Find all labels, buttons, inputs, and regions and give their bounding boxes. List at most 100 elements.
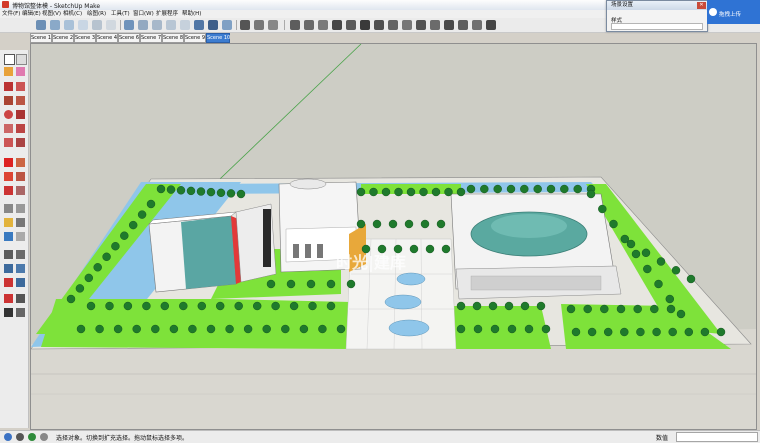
pan-tool-icon[interactable] bbox=[16, 250, 25, 259]
protractor-tool-icon[interactable] bbox=[4, 218, 13, 227]
fog-icon[interactable] bbox=[360, 20, 370, 30]
move-icon[interactable] bbox=[4, 158, 13, 167]
help-icon[interactable] bbox=[40, 433, 48, 441]
iso-view-icon[interactable] bbox=[124, 20, 134, 30]
section-display-icon[interactable] bbox=[304, 20, 314, 30]
section-plane-tool-icon[interactable] bbox=[16, 308, 25, 317]
tree bbox=[506, 184, 516, 194]
push-pull-icon[interactable] bbox=[16, 158, 25, 167]
scene-tab-10[interactable]: Scene 10 bbox=[206, 33, 230, 43]
menu-window[interactable]: 窗口(W) bbox=[133, 10, 154, 18]
select-icon[interactable] bbox=[4, 54, 15, 65]
panel-close-button[interactable]: ✕ bbox=[697, 2, 706, 9]
text-icon[interactable] bbox=[16, 218, 25, 227]
tree bbox=[507, 324, 517, 334]
freehand-icon[interactable] bbox=[16, 82, 25, 91]
axes-icon[interactable] bbox=[472, 20, 482, 30]
offset-icon[interactable] bbox=[16, 186, 25, 195]
walk-icon[interactable] bbox=[388, 20, 398, 30]
scene-tab-6[interactable]: Scene 6 bbox=[118, 33, 140, 43]
menu-camera[interactable]: 相机(C) bbox=[63, 10, 82, 18]
scene-tab-4[interactable]: Scene 4 bbox=[96, 33, 118, 43]
back-view-icon[interactable] bbox=[180, 20, 190, 30]
panel-field-input[interactable] bbox=[611, 23, 703, 30]
rectangle-icon[interactable] bbox=[4, 96, 13, 105]
scene-tab-9[interactable]: Scene 9 bbox=[184, 33, 206, 43]
zoom-window-icon[interactable] bbox=[78, 20, 88, 30]
position-camera-icon[interactable] bbox=[416, 20, 426, 30]
look-around-tool-icon[interactable] bbox=[4, 308, 13, 317]
scene-tab-3[interactable]: Scene 3 bbox=[74, 33, 96, 43]
measure-icon[interactable] bbox=[444, 20, 454, 30]
credits-icon[interactable] bbox=[16, 433, 24, 441]
section-plane-icon[interactable] bbox=[290, 20, 300, 30]
menu-tools[interactable]: 工具(T) bbox=[111, 10, 130, 18]
measurements-input[interactable] bbox=[676, 432, 758, 442]
follow-me-icon[interactable] bbox=[430, 20, 440, 30]
pan-icon[interactable] bbox=[50, 20, 60, 30]
menu-file[interactable]: 文件(F) bbox=[2, 10, 20, 18]
previous-view-icon[interactable] bbox=[106, 20, 116, 30]
drape-icon[interactable] bbox=[268, 20, 278, 30]
axes-tool-icon[interactable] bbox=[4, 232, 13, 241]
follow-me-tool-icon[interactable] bbox=[16, 172, 25, 181]
tape-measure-icon[interactable] bbox=[4, 204, 13, 213]
arc-icon[interactable] bbox=[4, 124, 13, 133]
match-photo-icon[interactable] bbox=[374, 20, 384, 30]
wireframe-icon[interactable] bbox=[208, 20, 218, 30]
look-around-icon[interactable] bbox=[402, 20, 412, 30]
shaded-icon[interactable] bbox=[222, 20, 232, 30]
scene-tab-1[interactable]: Scene 1 bbox=[30, 33, 52, 43]
zoom-extents-icon[interactable] bbox=[92, 20, 102, 30]
menu-view[interactable]: 视图(V) bbox=[42, 10, 61, 18]
orbit-icon[interactable] bbox=[4, 250, 13, 259]
section-cut-icon[interactable] bbox=[318, 20, 328, 30]
3d-text-icon[interactable] bbox=[16, 232, 25, 241]
top-view-icon[interactable] bbox=[138, 20, 148, 30]
three-point-arc-icon[interactable] bbox=[4, 138, 13, 147]
line-icon[interactable] bbox=[4, 82, 13, 91]
tree bbox=[243, 324, 253, 334]
shadow-icon[interactable] bbox=[346, 20, 356, 30]
scale-icon[interactable] bbox=[4, 186, 13, 195]
menu-edit[interactable]: 编辑(E) bbox=[22, 10, 41, 18]
walk-tool-icon[interactable] bbox=[16, 294, 25, 303]
menu-help[interactable]: 帮助(H) bbox=[182, 10, 201, 18]
menu-extensions[interactable]: 扩展程序 bbox=[156, 10, 178, 18]
soften-edges-icon[interactable] bbox=[332, 20, 342, 30]
rotated-rectangle-icon[interactable] bbox=[16, 96, 25, 105]
front-view-icon[interactable] bbox=[152, 20, 162, 30]
pie-icon[interactable] bbox=[16, 138, 25, 147]
eraser-icon[interactable] bbox=[16, 67, 25, 76]
dimension-icon[interactable] bbox=[486, 20, 496, 30]
sandbox-icon[interactable] bbox=[240, 20, 250, 30]
make-component-icon[interactable] bbox=[16, 54, 27, 65]
circle-icon[interactable] bbox=[4, 110, 13, 119]
polygon-icon[interactable] bbox=[16, 110, 25, 119]
camera-orbit-icon[interactable] bbox=[36, 20, 46, 30]
zoom-window-tool-icon[interactable] bbox=[16, 264, 25, 273]
user-icon[interactable] bbox=[28, 433, 36, 441]
geo-location-icon[interactable] bbox=[4, 433, 12, 441]
protractor-icon[interactable] bbox=[458, 20, 468, 30]
menu-draw[interactable]: 绘图(R) bbox=[87, 10, 106, 18]
rotate-icon[interactable] bbox=[4, 172, 13, 181]
paint-bucket-icon[interactable] bbox=[4, 67, 13, 76]
zoom-tool-icon[interactable] bbox=[4, 264, 13, 273]
upload-button[interactable]: 拖拽上传 bbox=[707, 0, 760, 24]
zoom-extents-tool-icon[interactable] bbox=[4, 278, 13, 287]
tree bbox=[226, 189, 236, 198]
right-view-icon[interactable] bbox=[166, 20, 176, 30]
two-point-arc-icon[interactable] bbox=[16, 124, 25, 133]
scene-tab-7[interactable]: Scene 7 bbox=[140, 33, 162, 43]
zoom-icon[interactable] bbox=[64, 20, 74, 30]
position-camera-tool-icon[interactable] bbox=[4, 294, 13, 303]
previous-icon[interactable] bbox=[16, 278, 25, 287]
xray-icon[interactable] bbox=[194, 20, 204, 30]
dimensions-icon[interactable] bbox=[16, 204, 25, 213]
tree bbox=[671, 266, 681, 275]
scene-tab-8[interactable]: Scene 8 bbox=[162, 33, 184, 43]
model-viewport[interactable]: 时光|建库 bbox=[30, 43, 757, 430]
scene-tab-2[interactable]: Scene 2 bbox=[52, 33, 74, 43]
stamp-icon[interactable] bbox=[254, 20, 264, 30]
